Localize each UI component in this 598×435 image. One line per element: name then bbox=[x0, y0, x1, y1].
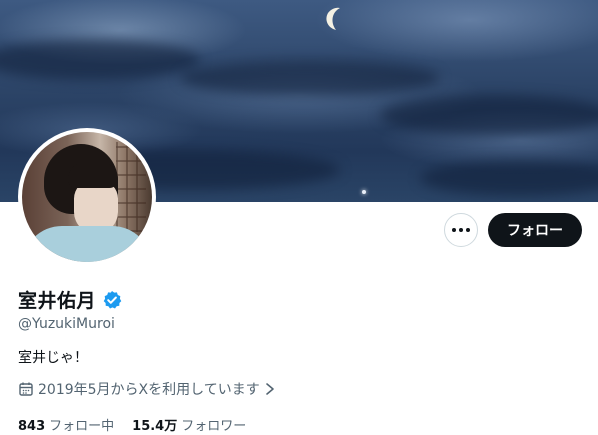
profile-stats: 843 フォロー中 15.4万 フォロワー bbox=[18, 415, 264, 434]
joined-text: 2019年5月からXを利用しています bbox=[38, 382, 260, 398]
following-count: 843 bbox=[18, 419, 46, 434]
banner-cloud bbox=[0, 40, 200, 80]
verified-badge-icon[interactable] bbox=[102, 290, 122, 310]
profile-name-row: 室井佑月 bbox=[18, 286, 122, 313]
star-icon bbox=[362, 190, 366, 194]
joined-date[interactable]: 2019年5月からXを利用しています bbox=[18, 379, 276, 399]
moon-icon bbox=[326, 7, 340, 30]
profile-bio: 室井じゃ！ bbox=[18, 350, 88, 366]
banner-cloud bbox=[180, 60, 440, 96]
banner-cloud bbox=[420, 160, 598, 196]
following-label: フォロー中 bbox=[49, 419, 115, 434]
ellipsis-icon bbox=[452, 228, 456, 232]
avatar-photo bbox=[22, 132, 152, 262]
followers-label: フォロワー bbox=[181, 419, 247, 434]
chevron-right-icon bbox=[265, 383, 274, 395]
following-link[interactable]: 843 フォロー中 bbox=[18, 415, 114, 434]
display-name: 室井佑月 bbox=[18, 290, 97, 312]
avatar[interactable] bbox=[18, 128, 156, 266]
followers-count: 15.4万 bbox=[132, 419, 178, 434]
banner-cloud bbox=[380, 95, 598, 135]
followers-link[interactable]: 15.4万 フォロワー bbox=[132, 415, 246, 434]
more-options-button[interactable] bbox=[444, 213, 478, 247]
calendar-icon bbox=[19, 382, 33, 396]
user-handle: @YuzukiMuroi bbox=[18, 316, 115, 332]
follow-button[interactable]: フォロー bbox=[488, 213, 582, 247]
